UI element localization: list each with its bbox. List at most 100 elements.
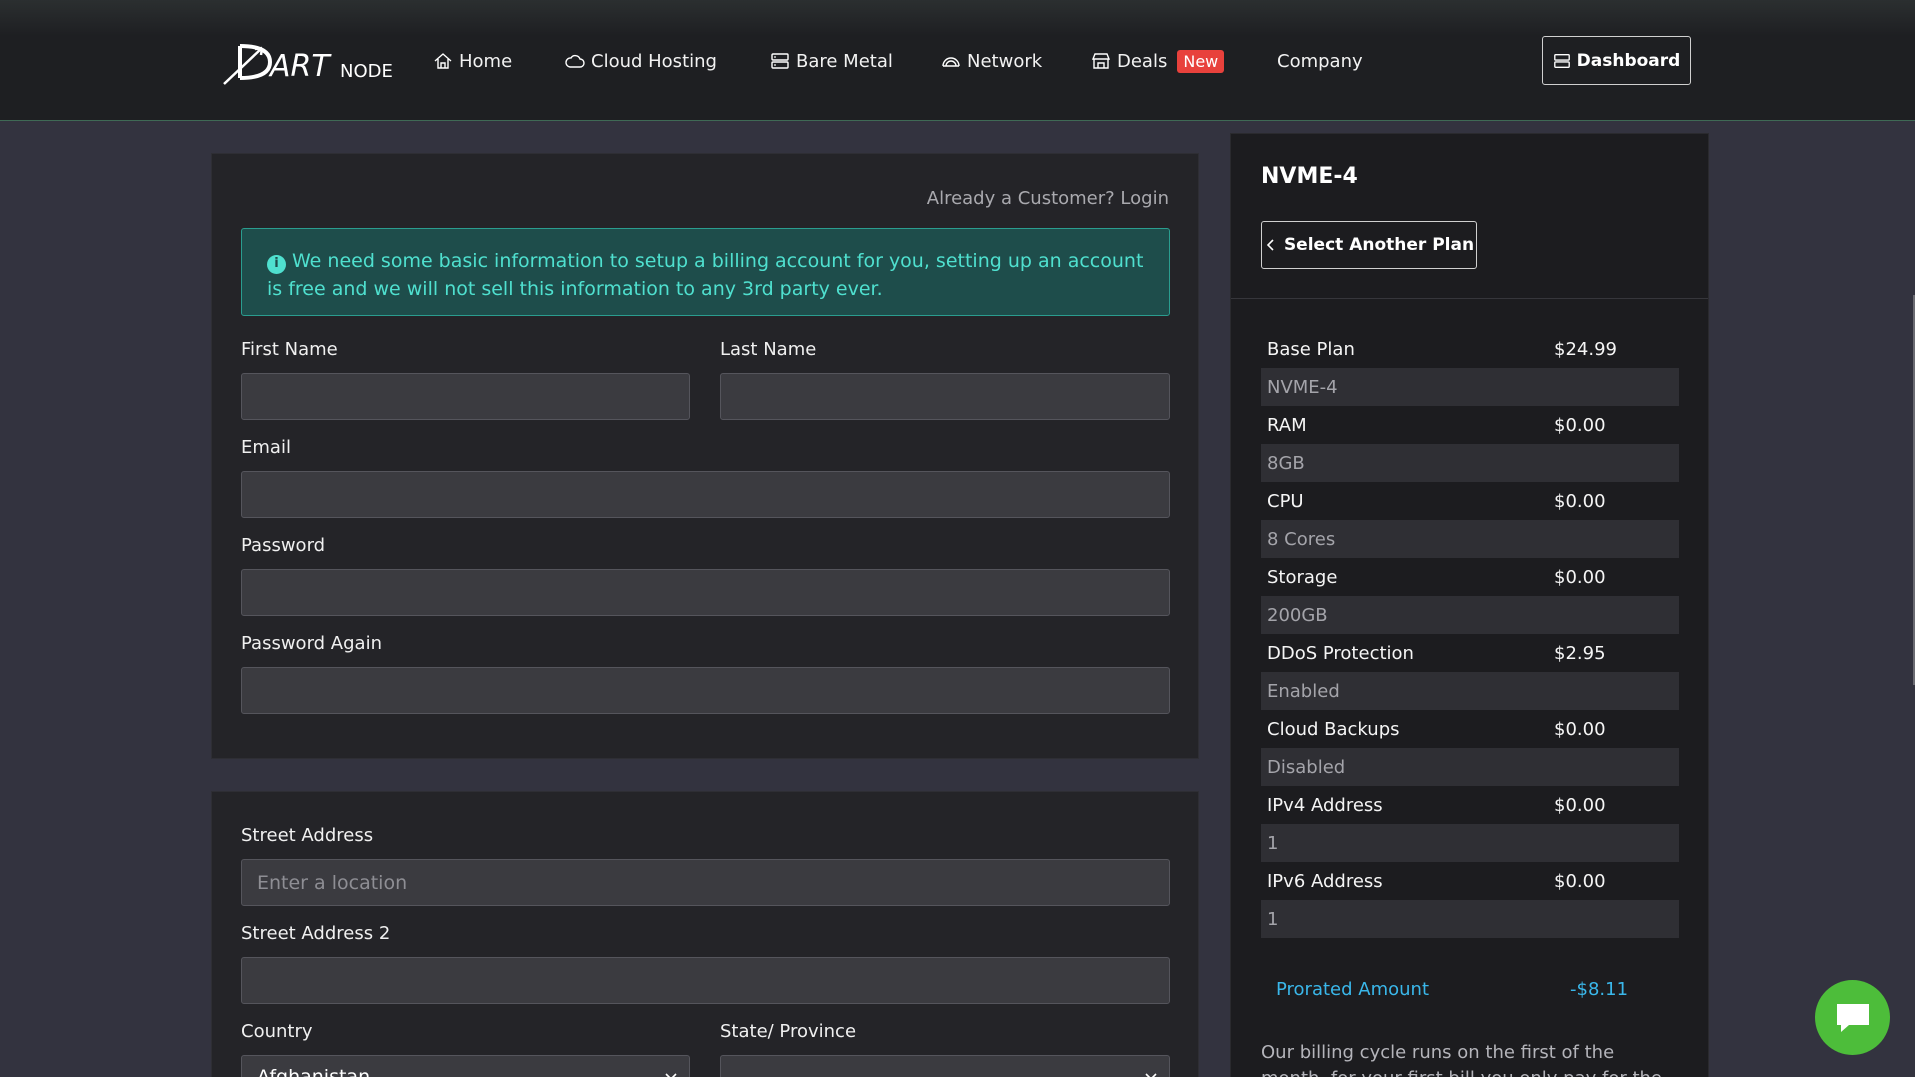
summary-item-value: Enabled <box>1267 680 1340 702</box>
summary-row: IPv6 Address $0.00 <box>1261 862 1679 900</box>
summary-item-value: 8GB <box>1267 452 1305 474</box>
password-input[interactable] <box>241 569 1170 616</box>
street-address-2-input[interactable] <box>241 957 1170 1004</box>
nav-company[interactable]: Company <box>1277 48 1363 74</box>
summary-item-price: $0.00 <box>1554 718 1606 740</box>
nav-network-label: Network <box>967 50 1043 72</box>
nav-home[interactable]: Home <box>433 48 512 74</box>
summary-item-price: $0.00 <box>1554 490 1606 512</box>
chat-bubble-icon <box>1836 1003 1869 1032</box>
summary-item-label: Base Plan <box>1267 338 1355 360</box>
country-label: Country <box>241 1021 313 1042</box>
first-name-label: First Name <box>241 339 338 360</box>
password-label: Password <box>241 535 326 556</box>
summary-row: Storage $0.00 <box>1261 558 1679 596</box>
summary-item-value: 1 <box>1267 908 1279 930</box>
chevron-down-icon <box>665 1073 677 1077</box>
country-selected: Afghanistan <box>257 1066 371 1077</box>
svg-text:NODE: NODE <box>340 61 393 82</box>
summary-item-value: 200GB <box>1267 604 1328 626</box>
summary-row: DDoS Protection $2.95 <box>1261 634 1679 672</box>
country-select[interactable]: Afghanistan <box>241 1055 690 1077</box>
nav-network[interactable]: Network <box>941 48 1042 74</box>
nav-deals-label: Deals <box>1117 50 1168 72</box>
password-again-label: Password Again <box>241 633 382 654</box>
summary-item-label: CPU <box>1267 490 1304 512</box>
summary-row-value: Enabled <box>1261 672 1679 710</box>
dartnode-logo-mark: ART NODE <box>223 44 393 85</box>
nav-cloud-hosting[interactable]: Cloud Hosting <box>565 48 717 74</box>
server-icon <box>771 53 789 69</box>
summary-row: CPU $0.00 <box>1261 482 1679 520</box>
summary-item-price: $24.99 <box>1554 338 1617 360</box>
last-name-label: Last Name <box>720 339 817 360</box>
summary-table: Base Plan $24.99 NVME-4 RAM $0.00 8GB CPU $… <box>1261 330 1679 938</box>
prorated-value: -$8.11 <box>1570 979 1629 1000</box>
summary-item-price: $0.00 <box>1554 414 1606 436</box>
billing-note: Our billing cycle runs on the first of t… <box>1261 1042 1662 1077</box>
summary-item-label: Storage <box>1267 566 1338 588</box>
nav-bare-metal[interactable]: Bare Metal <box>770 48 893 74</box>
summary-item-value: NVME-4 <box>1267 376 1338 398</box>
street-address-label: Street Address <box>241 825 374 846</box>
summary-row-value: 1 <box>1261 900 1679 938</box>
summary-item-label: IPv4 Address <box>1267 794 1383 816</box>
summary-row: Cloud Backups $0.00 <box>1261 710 1679 748</box>
plan-title: NVME-4 <box>1261 164 1358 189</box>
order-summary-panel: NVME-4 Select Another Plan Base Plan $24.… <box>1230 133 1709 1077</box>
live-chat-button[interactable] <box>1815 980 1890 1055</box>
top-navbar: ART NODE Home Cloud Hosting Bare Metal N… <box>0 0 1915 121</box>
prorated-amount-row: Prorated Amount -$8.11 <box>1276 979 1676 1000</box>
shop-icon <box>1091 53 1111 69</box>
cloud-icon <box>565 54 585 68</box>
address-card: Street Address Street Address 2 Country … <box>211 791 1199 1077</box>
summary-row: Base Plan $24.99 <box>1261 330 1679 368</box>
nav-home-label: Home <box>459 50 513 72</box>
info-message: We need some basic information to setup … <box>267 250 1144 300</box>
first-name-input[interactable] <box>241 373 690 420</box>
chevron-down-icon <box>1145 1073 1157 1077</box>
email-label: Email <box>241 437 291 458</box>
summary-item-price: $2.95 <box>1554 642 1606 664</box>
summary-row-value: 1 <box>1261 824 1679 862</box>
summary-row-value: 200GB <box>1261 596 1679 634</box>
info-icon: i <box>267 254 286 274</box>
summary-item-label: DDoS Protection <box>1267 642 1414 664</box>
summary-row-value: 8 Cores <box>1261 520 1679 558</box>
nav-deals[interactable]: Deals New <box>1091 48 1225 74</box>
password-again-input[interactable] <box>241 667 1170 714</box>
state-select[interactable] <box>720 1055 1170 1077</box>
summary-item-value: 8 Cores <box>1267 528 1336 550</box>
state-label: State/ Province <box>720 1021 857 1042</box>
last-name-input[interactable] <box>720 373 1170 420</box>
summary-item-label: Cloud Backups <box>1267 718 1400 740</box>
select-another-plan-label: Select Another Plan <box>1283 235 1475 255</box>
dashboard-button[interactable]: Dashboard <box>1542 36 1691 85</box>
svg-text:ART: ART <box>268 49 332 84</box>
street-address-input[interactable] <box>241 859 1170 906</box>
summary-row: RAM $0.00 <box>1261 406 1679 444</box>
dartnode-logo[interactable]: ART NODE <box>222 38 407 88</box>
home-icon <box>434 53 452 69</box>
new-badge: New <box>1177 49 1225 73</box>
login-link[interactable]: Already a Customer? Login <box>927 188 1169 209</box>
summary-item-value: 1 <box>1267 832 1279 854</box>
summary-item-price: $0.00 <box>1554 794 1606 816</box>
summary-item-label: IPv6 Address <box>1267 870 1383 892</box>
account-info-card: Already a Customer? Login i We need some … <box>211 153 1199 759</box>
summary-item-price: $0.00 <box>1554 566 1606 588</box>
summary-item-price: $0.00 <box>1554 870 1606 892</box>
email-input[interactable] <box>241 471 1170 518</box>
nav-cloud-hosting-label: Cloud Hosting <box>591 50 717 72</box>
summary-row-value: Disabled <box>1261 748 1679 786</box>
select-another-plan-button[interactable]: Select Another Plan <box>1261 221 1477 269</box>
chevron-left-icon <box>1266 239 1274 251</box>
dashboard-label: Dashboard <box>1576 50 1681 71</box>
nav-company-label: Company <box>1277 50 1363 72</box>
summary-item-value: Disabled <box>1267 756 1346 778</box>
street-address-2-label: Street Address 2 <box>241 923 391 944</box>
server-icon <box>1553 53 1570 68</box>
summary-header: NVME-4 Select Another Plan <box>1231 134 1708 299</box>
nav-bare-metal-label: Bare Metal <box>796 50 893 72</box>
prorated-label: Prorated Amount <box>1276 979 1429 1000</box>
